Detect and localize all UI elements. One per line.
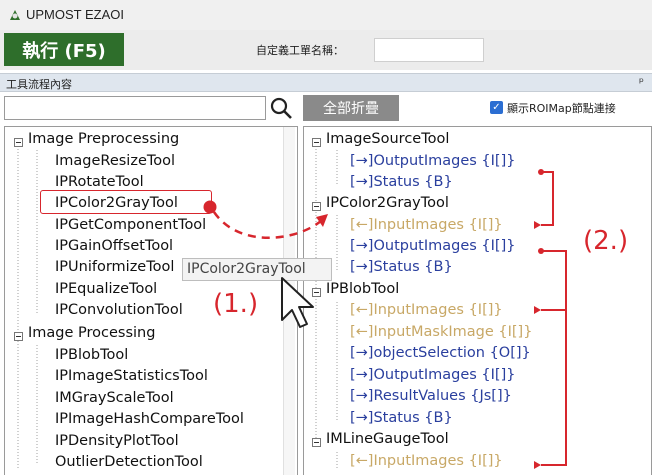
collapse-icon[interactable] bbox=[14, 332, 23, 341]
tool-item[interactable]: IPGetComponentTool bbox=[55, 217, 206, 233]
tool-item[interactable]: ImageResizeTool bbox=[55, 153, 175, 169]
title-bar: UPMOST EZAOI bbox=[0, 0, 652, 30]
port-output[interactable]: [→]OutputImages {I[]} bbox=[350, 153, 515, 169]
flow-node[interactable]: ImageSourceTool bbox=[326, 131, 449, 147]
tool-item[interactable]: IPConvolutionTool bbox=[55, 302, 183, 318]
flow-node[interactable]: IPColor2GrayTool bbox=[326, 195, 449, 211]
collapse-icon[interactable] bbox=[312, 202, 321, 211]
drag-tooltip: IPColor2GrayTool bbox=[182, 258, 332, 281]
tool-item[interactable]: IPRotateTool bbox=[55, 174, 144, 190]
collapse-icon[interactable] bbox=[312, 138, 321, 147]
collapse-icon[interactable] bbox=[14, 138, 23, 147]
tool-item[interactable]: IPEqualizeTool bbox=[55, 281, 157, 297]
app-logo-icon bbox=[10, 10, 20, 20]
run-button[interactable]: 執行 (F5) bbox=[4, 33, 124, 66]
category-image-processing[interactable]: Image Processing bbox=[28, 325, 155, 341]
show-roimap-checkbox[interactable]: ✓ bbox=[490, 101, 503, 114]
tool-item[interactable]: IPDensityPlotTool bbox=[55, 433, 179, 449]
tool-item[interactable]: IPImageStatisticsTool bbox=[55, 368, 208, 384]
port-output[interactable]: [→]Status {B} bbox=[350, 174, 453, 190]
port-input[interactable]: [←]InputImages {I[]} bbox=[350, 302, 503, 318]
port-input[interactable]: [←]InputImages {I[]} bbox=[350, 453, 503, 469]
tool-item[interactable]: IPGainOffsetTool bbox=[55, 238, 173, 254]
collapse-icon[interactable] bbox=[312, 288, 321, 297]
port-output[interactable]: [→]objectSelection {O[]} bbox=[350, 345, 531, 361]
highlight-box bbox=[40, 190, 212, 214]
tool-item[interactable]: IMGrayScaleTool bbox=[55, 390, 174, 406]
window-title: UPMOST EZAOI bbox=[26, 7, 124, 22]
tool-tree-scrollbar[interactable] bbox=[283, 127, 295, 475]
flow-node[interactable]: IPBlobTool bbox=[326, 281, 399, 297]
port-output[interactable]: [→]Status {B} bbox=[350, 259, 453, 275]
show-roimap-label: 顯示ROIMap節點連接 bbox=[507, 102, 616, 115]
search-icon[interactable] bbox=[268, 95, 294, 121]
toolbar: 執行 (F5) 自定義工單名稱： bbox=[0, 30, 652, 70]
section-header: 工具流程內容 ᵖ bbox=[0, 73, 652, 92]
tool-item[interactable]: IPBlobTool bbox=[55, 347, 128, 363]
port-input[interactable]: [←]InputMaskImage {I[]} bbox=[350, 324, 562, 340]
tool-item[interactable]: OutlierDetectionTool bbox=[55, 454, 203, 470]
search-input[interactable] bbox=[4, 96, 266, 120]
port-output[interactable]: [→]OutputImages {I[]} bbox=[350, 238, 515, 254]
port-input[interactable]: [←]InputImages {I[]} bbox=[350, 217, 503, 233]
tool-item[interactable]: IPImageHashCompareTool bbox=[55, 411, 244, 427]
port-output[interactable]: [→]Status {B} bbox=[350, 410, 453, 426]
flow-node[interactable]: IMLineGaugeTool bbox=[326, 431, 449, 447]
step-1-label: (1.) bbox=[213, 289, 259, 319]
port-output[interactable]: [→]OutputImages {I[]} bbox=[350, 367, 515, 383]
tool-item[interactable]: IPUniformizeTool bbox=[55, 259, 183, 275]
collapse-all-button[interactable]: 全部折疊 bbox=[303, 95, 399, 121]
section-title: 工具流程內容 bbox=[6, 78, 72, 91]
port-output[interactable]: [→]ResultValues {Js[]} bbox=[350, 388, 512, 404]
pin-icon[interactable]: ᵖ bbox=[639, 75, 644, 89]
form-name-label: 自定義工單名稱： bbox=[256, 44, 344, 57]
category-image-preprocessing[interactable]: Image Preprocessing bbox=[28, 131, 179, 147]
form-name-input[interactable] bbox=[374, 38, 484, 62]
step-2-label: (2.) bbox=[583, 226, 629, 256]
collapse-icon[interactable] bbox=[312, 438, 321, 447]
